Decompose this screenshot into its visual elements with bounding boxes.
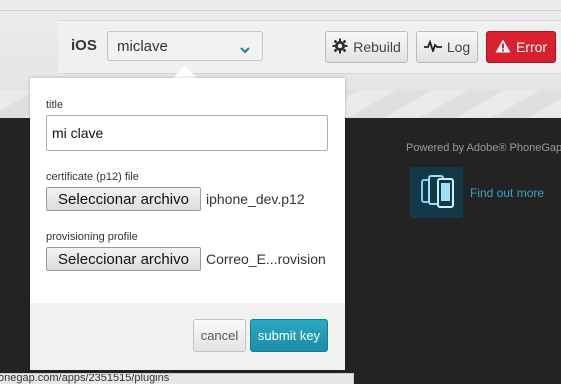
log-label: Log xyxy=(446,39,471,55)
platform-row-ios: iOS miclave Rebuild Log Error xyxy=(58,20,561,74)
cancel-button[interactable]: cancel xyxy=(193,319,246,352)
gear-refresh-icon xyxy=(332,38,348,57)
rebuild-button[interactable]: Rebuild xyxy=(325,31,408,63)
certificate-file-button[interactable]: Seleccionar archivo xyxy=(46,187,201,211)
status-url-text: onegap.com/apps/2351515/plugins xyxy=(0,373,170,384)
find-out-more-link[interactable]: Find out more xyxy=(470,186,544,200)
title-input[interactable] xyxy=(46,115,328,151)
phonegap-logo xyxy=(410,167,463,218)
divider xyxy=(0,10,561,11)
popover-footer: cancel submit key xyxy=(30,303,345,370)
certificate-filename: iphone_dev.p12 xyxy=(206,191,305,207)
rebuild-label: Rebuild xyxy=(353,39,401,55)
error-label: Error xyxy=(515,39,548,55)
submit-key-button[interactable]: submit key xyxy=(250,319,328,352)
provisioning-filename: Correo_E...rovision xyxy=(206,251,326,267)
status-bar-url: onegap.com/apps/2351515/plugins xyxy=(0,373,354,384)
provisioning-profile-label: provisioning profile xyxy=(46,231,138,243)
pulse-icon xyxy=(423,39,442,55)
certificate-label: certificate (p12) file xyxy=(46,171,139,183)
warning-icon xyxy=(495,39,511,56)
error-button[interactable]: Error xyxy=(486,31,556,63)
chevron-down-icon xyxy=(240,41,250,59)
signing-key-select[interactable]: miclave xyxy=(107,31,263,61)
signing-key-selected-value: miclave xyxy=(117,38,168,55)
powered-by-text: Powered by Adobe® PhoneGap™ xyxy=(406,142,561,154)
title-label: title xyxy=(46,99,64,111)
provisioning-file-button[interactable]: Seleccionar archivo xyxy=(46,247,201,271)
platform-name: iOS xyxy=(71,37,97,54)
add-key-popover: title certificate (p12) file Seleccionar… xyxy=(30,78,345,370)
log-button[interactable]: Log xyxy=(416,31,478,63)
